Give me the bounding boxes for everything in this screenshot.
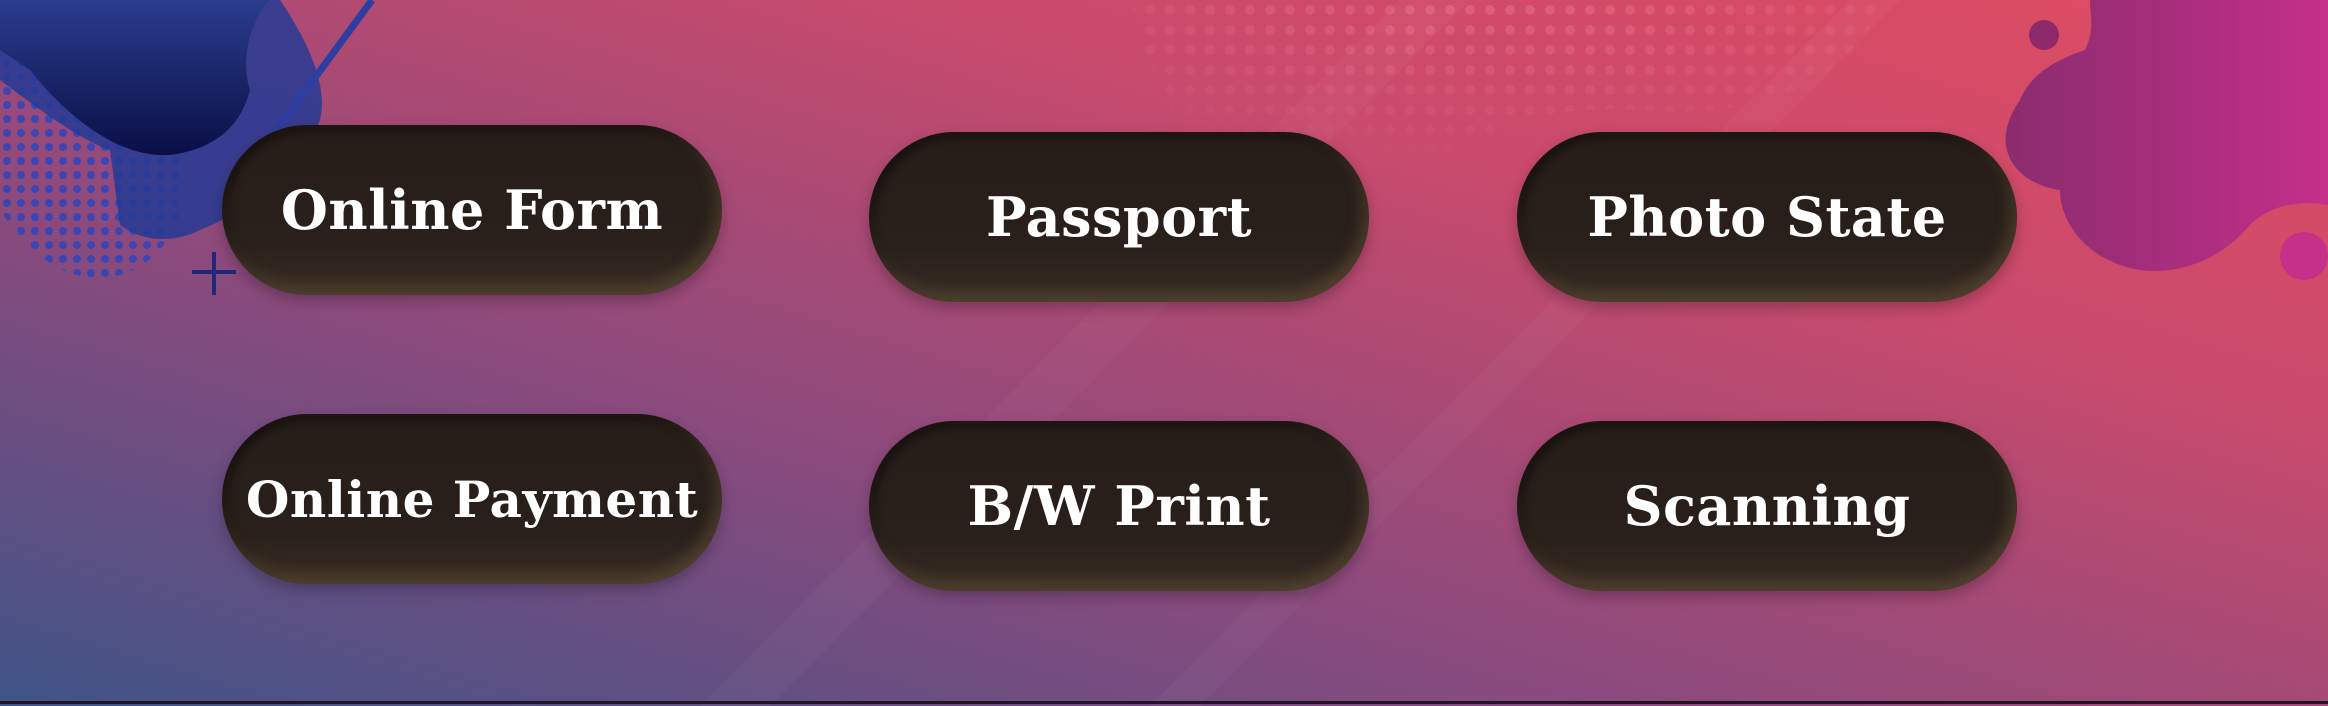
bottom-divider <box>0 701 2328 704</box>
passport-button[interactable]: Passport <box>869 132 1369 302</box>
online-form-label: Online Form <box>280 178 664 242</box>
bw-print-label: B/W Print <box>967 474 1271 538</box>
background-art <box>0 0 2328 706</box>
services-canvas: Online Form Passport Photo State Online … <box>0 0 2328 706</box>
passport-label: Passport <box>985 185 1253 249</box>
online-payment-label: Online Payment <box>245 469 699 529</box>
scanning-button[interactable]: Scanning <box>1517 421 2017 591</box>
scanning-label: Scanning <box>1623 474 1911 538</box>
online-form-button[interactable]: Online Form <box>222 125 722 295</box>
photo-state-button[interactable]: Photo State <box>1517 132 2017 302</box>
photo-state-label: Photo State <box>1587 185 1947 249</box>
bw-print-button[interactable]: B/W Print <box>869 421 1369 591</box>
online-payment-button[interactable]: Online Payment <box>222 414 722 584</box>
